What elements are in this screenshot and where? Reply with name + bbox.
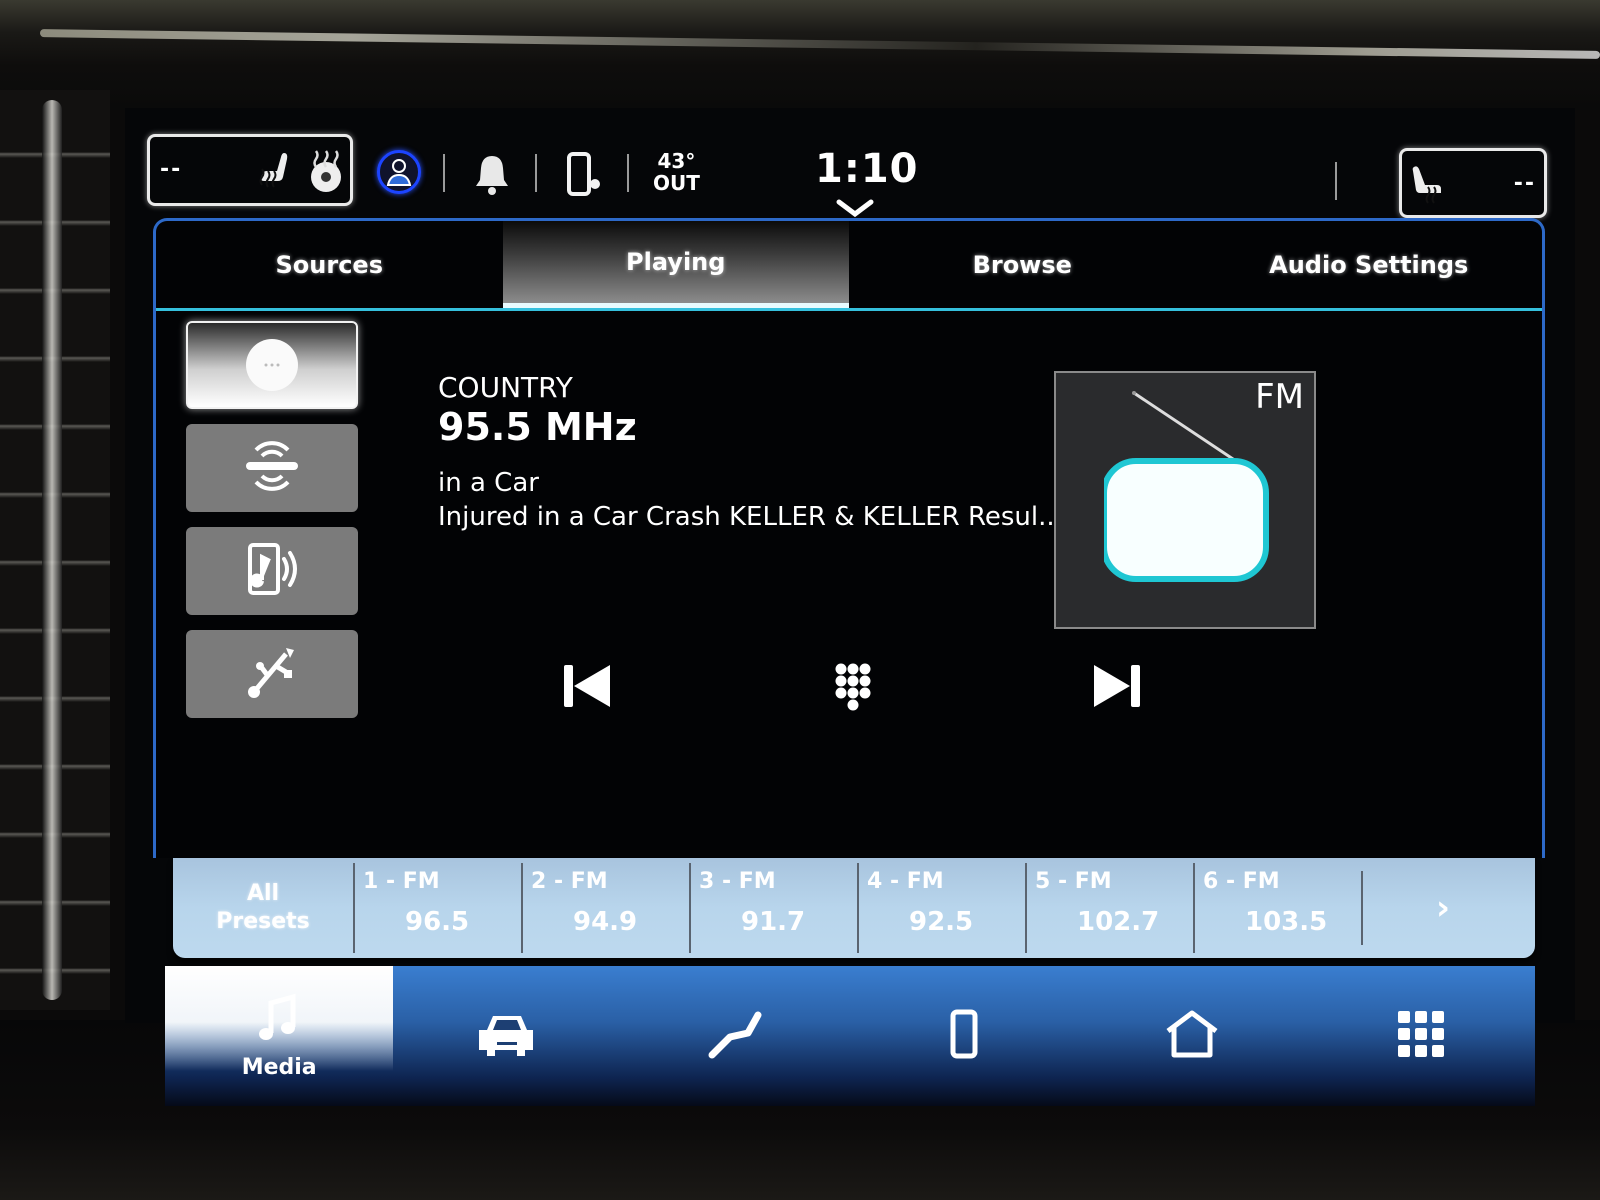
seat-icon xyxy=(708,1009,764,1063)
apps-grid-icon xyxy=(1396,1009,1446,1063)
right-climate-control[interactable]: -- xyxy=(1399,148,1547,218)
media-panel: Sources Playing Browse Audio Settings CO… xyxy=(153,218,1545,858)
preset-frequency: 94.9 xyxy=(573,907,638,937)
station-genre: COUNTRY xyxy=(438,371,573,404)
nav-media[interactable]: Media xyxy=(165,966,394,1106)
radio-icon xyxy=(1101,391,1274,605)
divider xyxy=(443,154,445,192)
preset-4[interactable]: 4 - FM 92.5 xyxy=(857,863,1025,953)
preset-frequency: 92.5 xyxy=(909,907,974,937)
album-art: FM xyxy=(1054,371,1316,629)
home-icon xyxy=(1164,1009,1220,1063)
direct-tune-keypad-icon[interactable] xyxy=(833,661,873,717)
infotainment-screen: -- 43° OUT 1:10 -- Sources Playing Brows… xyxy=(125,108,1575,1106)
divider xyxy=(535,154,537,192)
satellite-radio-icon xyxy=(240,434,304,502)
radio-source-icon xyxy=(240,335,304,395)
preset-6[interactable]: 6 - FM 103.5 xyxy=(1193,863,1361,953)
source-radio-button[interactable] xyxy=(186,321,358,409)
divider xyxy=(1335,162,1337,200)
preset-label: 5 - FM xyxy=(1035,869,1112,894)
divider xyxy=(627,154,629,192)
preset-2[interactable]: 2 - FM 94.9 xyxy=(521,863,689,953)
driver-profile-icon[interactable] xyxy=(377,150,421,194)
preset-5[interactable]: 5 - FM 102.7 xyxy=(1025,863,1193,953)
preset-label: 3 - FM xyxy=(699,869,776,894)
phone-icon xyxy=(949,1009,979,1063)
now-playing-info: COUNTRY 95.5 MHz in a Car Injured in a C… xyxy=(438,371,1063,535)
preset-label: 4 - FM xyxy=(867,869,944,894)
heated-seat-icon[interactable] xyxy=(1408,161,1452,209)
all-presets-label: All xyxy=(246,881,280,906)
skip-next-icon[interactable] xyxy=(1088,661,1144,715)
music-note-icon xyxy=(257,993,301,1049)
bluetooth-audio-icon xyxy=(240,537,304,605)
nav-vehicle[interactable] xyxy=(393,966,621,1106)
radio-text-line-1: in a Car xyxy=(438,468,539,498)
preset-1[interactable]: 1 - FM 96.5 xyxy=(353,863,521,953)
skip-previous-icon[interactable] xyxy=(560,661,616,715)
temperature-value: 43° xyxy=(657,149,696,173)
radio-text-line-2: Injured in a Car Crash KELLER & KELLER R… xyxy=(438,502,1063,532)
presets-next-button[interactable]: › xyxy=(1363,888,1523,928)
nav-apps[interactable] xyxy=(1307,966,1535,1106)
tab-playing[interactable]: Playing xyxy=(502,221,849,308)
status-bar: -- 43° OUT 1:10 -- xyxy=(125,108,1575,218)
clock: 1:10 xyxy=(815,146,919,192)
preset-3[interactable]: 3 - FM 91.7 xyxy=(689,863,857,953)
nav-phone[interactable] xyxy=(850,966,1078,1106)
tab-sources[interactable]: Sources xyxy=(156,221,503,308)
heated-seat-icon[interactable] xyxy=(254,149,298,197)
left-climate-value: -- xyxy=(160,157,183,182)
tab-browse[interactable]: Browse xyxy=(849,221,1196,308)
tab-audio-settings[interactable]: Audio Settings xyxy=(1196,221,1543,308)
source-bluetooth-audio-button[interactable] xyxy=(186,527,358,615)
preset-label: 1 - FM xyxy=(363,869,440,894)
playback-controls xyxy=(156,661,1542,731)
car-icon xyxy=(475,1010,539,1062)
phone-status-icon[interactable] xyxy=(565,152,605,202)
source-satellite-radio-button[interactable] xyxy=(186,424,358,512)
all-presets-button[interactable]: All Presets xyxy=(173,880,353,936)
preset-label: 2 - FM xyxy=(531,869,608,894)
temperature-label: OUT xyxy=(653,171,700,195)
tab-bar: Sources Playing Browse Audio Settings xyxy=(156,221,1542,311)
nav-comfort[interactable] xyxy=(622,966,850,1106)
preset-frequency: 96.5 xyxy=(405,907,470,937)
nav-label: Media xyxy=(241,1054,317,1080)
vent-chrome xyxy=(42,100,62,1000)
outside-temperature: 43° OUT xyxy=(653,150,700,194)
bottom-navigation: Media xyxy=(165,966,1535,1106)
preset-frequency: 103.5 xyxy=(1245,907,1328,937)
presets-bar: All Presets 1 - FM 96.5 2 - FM 94.9 3 - … xyxy=(173,858,1535,958)
preset-label: 6 - FM xyxy=(1203,869,1280,894)
bell-icon[interactable] xyxy=(473,152,511,200)
preset-frequency: 91.7 xyxy=(741,907,806,937)
heated-steering-wheel-icon[interactable] xyxy=(305,147,347,199)
chevron-right-icon: › xyxy=(1435,888,1450,928)
right-climate-value: -- xyxy=(1513,171,1536,196)
all-presets-label: Presets xyxy=(216,909,310,934)
left-climate-control[interactable]: -- xyxy=(147,134,353,206)
station-frequency: 95.5 MHz xyxy=(438,405,637,449)
nav-home[interactable] xyxy=(1078,966,1306,1106)
preset-frequency: 102.7 xyxy=(1077,907,1160,937)
